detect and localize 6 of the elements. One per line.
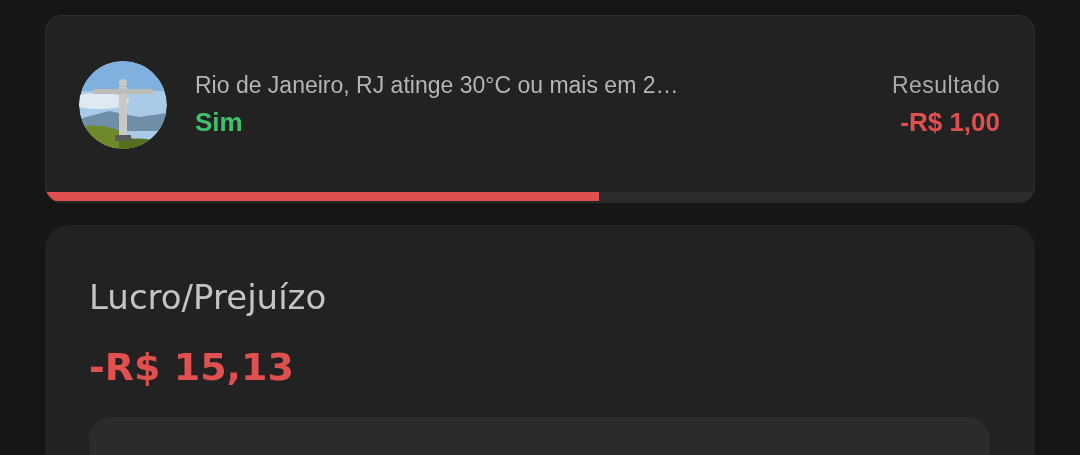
market-title: Rio de Janeiro, RJ atinge 30°C ou mais em 2… [195,72,680,99]
result-value: -R$ 1,00 [900,107,1000,138]
summary-title: Lucro/Prejuízo [89,277,327,317]
profit-loss-value: -R$ 15,13 [89,345,294,389]
result-label: Resultado [891,72,1000,99]
outcome-label: Sim [195,107,243,138]
